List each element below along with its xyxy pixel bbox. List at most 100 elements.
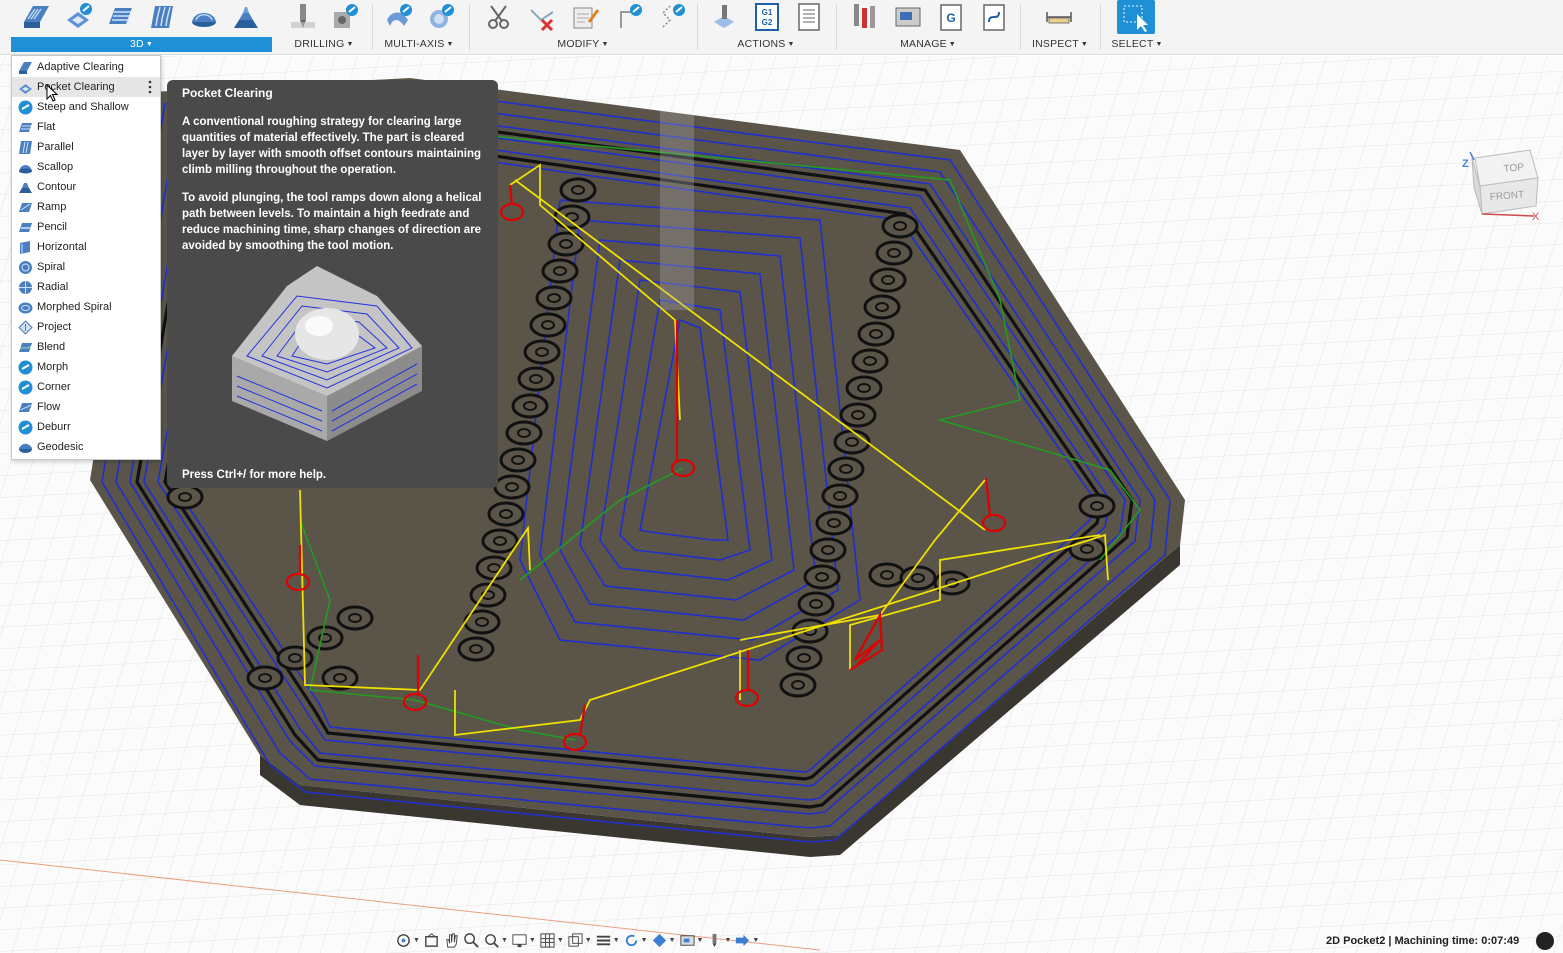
orbit-button[interactable]: ▼ bbox=[395, 930, 420, 950]
toolbar-group-label[interactable]: MODIFY ▼ bbox=[474, 38, 692, 53]
menu-item-radial[interactable]: Radial bbox=[12, 277, 160, 297]
simulate-button[interactable] bbox=[706, 0, 744, 34]
post-process-button[interactable]: G1 G2 bbox=[748, 0, 786, 34]
edit-notes-button[interactable] bbox=[567, 0, 605, 34]
toolbar-group-label[interactable]: DRILLING ▼ bbox=[280, 38, 368, 53]
measure-button[interactable] bbox=[1040, 0, 1078, 34]
tool-library-button[interactable] bbox=[846, 0, 884, 34]
pcb-pad bbox=[827, 456, 865, 482]
swarf-icon bbox=[387, 4, 412, 26]
menu-item-steep-shallow[interactable]: Steep and Shallow bbox=[12, 97, 160, 117]
menu-item-horizontal[interactable]: Horizontal bbox=[12, 237, 160, 257]
zoom-button[interactable] bbox=[463, 930, 480, 950]
pcb-pad bbox=[851, 348, 889, 374]
scallop-button[interactable] bbox=[185, 0, 223, 34]
menu-item-spiral[interactable]: Spiral bbox=[12, 257, 160, 277]
parallel-icon bbox=[151, 6, 173, 28]
toolbar-group-label[interactable]: MANAGE ▼ bbox=[842, 38, 1014, 53]
menu-item-contour[interactable]: Contour bbox=[12, 177, 160, 197]
parallel-button[interactable] bbox=[143, 0, 181, 34]
machine-library-button[interactable] bbox=[889, 0, 927, 34]
more-options-icon[interactable] bbox=[148, 80, 152, 94]
menu-item-blend[interactable]: Blend bbox=[12, 337, 160, 357]
pocket-clearing-button[interactable] bbox=[59, 0, 97, 34]
menu-item-label: Blend bbox=[37, 341, 66, 353]
scallop-icon bbox=[18, 160, 33, 175]
horizontal-icon bbox=[18, 240, 33, 255]
refresh-button[interactable]: ▼ bbox=[623, 930, 648, 950]
toolbar-group-label[interactable]: INSPECT ▼ bbox=[1026, 38, 1094, 53]
svg-text:G: G bbox=[946, 11, 955, 25]
stock-diamond-icon bbox=[652, 933, 666, 947]
multi-axis-contour-button[interactable] bbox=[422, 0, 460, 34]
adaptive-clearing-button[interactable] bbox=[17, 0, 55, 34]
status-bar-text: 2D Pocket2 | Machining time: 0:07:49 bbox=[1326, 935, 1520, 947]
pcb-pad bbox=[791, 618, 829, 644]
menu-item-ramp[interactable]: Ramp bbox=[12, 197, 160, 217]
drill-button[interactable] bbox=[284, 0, 322, 34]
svg-text:G1: G1 bbox=[762, 8, 773, 17]
swarf-button[interactable] bbox=[380, 0, 418, 34]
tool-library-icon bbox=[854, 4, 875, 28]
ribbon-toolbar: 3D ▼ DRILLING ▼ MULTI-AXIS ▼ MODIFY ▼ G1 G2 bbox=[0, 0, 1563, 55]
menu-item-geodesic[interactable]: Geodesic bbox=[12, 437, 160, 457]
section-button[interactable]: ▼ bbox=[595, 930, 620, 950]
fit-button[interactable]: ▼ bbox=[483, 930, 508, 950]
menu-item-morphed-spiral[interactable]: Morphed Spiral bbox=[12, 297, 160, 317]
machine-display-button[interactable]: ▼ bbox=[679, 930, 703, 950]
menu-item-adaptive-clearing[interactable]: Adaptive Clearing bbox=[12, 57, 160, 77]
menu-item-morph[interactable]: Morph bbox=[12, 357, 160, 377]
template-library-button[interactable] bbox=[975, 0, 1013, 34]
menu-item-pocket-clearing[interactable]: Pocket Clearing bbox=[12, 77, 160, 97]
view-cube[interactable]: TOP FRONT Z X bbox=[1460, 148, 1550, 228]
strategy-tooltip: Pocket Clearing A conventional roughing … bbox=[167, 80, 498, 488]
menu-item-flow[interactable]: Flow bbox=[12, 397, 160, 417]
menu-item-scallop[interactable]: Scallop bbox=[12, 157, 160, 177]
menu-item-flat[interactable]: Flat bbox=[12, 117, 160, 137]
simulation-display-icon bbox=[736, 934, 750, 946]
pocket-clearing-icon bbox=[18, 80, 33, 95]
tool-display-button[interactable]: ▼ bbox=[706, 930, 731, 950]
simulation-display-button[interactable]: ▼ bbox=[734, 930, 759, 950]
setup-sheet-icon bbox=[798, 3, 820, 31]
steep-shallow-button[interactable] bbox=[101, 0, 139, 34]
viewports-button[interactable]: ▼ bbox=[567, 930, 592, 950]
menu-item-deburr[interactable]: Deburr bbox=[12, 417, 160, 437]
toolbar-group-label[interactable]: ACTIONS ▼ bbox=[702, 38, 830, 53]
menu-item-corner[interactable]: Corner bbox=[12, 377, 160, 397]
pan-button[interactable] bbox=[443, 930, 460, 950]
pcb-pad bbox=[336, 605, 374, 631]
flow-icon bbox=[18, 400, 33, 415]
pcb-pad bbox=[553, 204, 591, 230]
pcb-pad bbox=[821, 483, 859, 509]
menu-item-pencil[interactable]: Pencil bbox=[12, 217, 160, 237]
adaptive-clearing-icon bbox=[18, 60, 33, 75]
pcb-pad bbox=[481, 528, 519, 554]
delete-toolpath-button[interactable] bbox=[524, 0, 562, 34]
toolpath-edit-button[interactable] bbox=[611, 0, 649, 34]
contour-button[interactable] bbox=[227, 0, 265, 34]
grid-settings-button[interactable]: ▼ bbox=[539, 930, 564, 950]
toolbar-group-3d: 3D ▼ bbox=[11, 0, 272, 55]
setup-sheet-button[interactable] bbox=[790, 0, 828, 34]
cut-button[interactable] bbox=[480, 0, 518, 34]
hole-recognition-button[interactable] bbox=[326, 0, 364, 34]
look-at-button[interactable] bbox=[423, 930, 440, 950]
stock-display-button[interactable]: ▼ bbox=[651, 930, 676, 950]
pcb-pad bbox=[559, 177, 597, 203]
select-button[interactable] bbox=[1117, 0, 1155, 34]
menu-item-parallel[interactable]: Parallel bbox=[12, 137, 160, 157]
pattern-button[interactable] bbox=[654, 0, 692, 34]
post-library-button[interactable]: G bbox=[932, 0, 970, 34]
pencil-icon bbox=[18, 220, 33, 235]
scissors-icon bbox=[487, 5, 509, 29]
toolbar-group-drilling: DRILLING ▼ bbox=[280, 0, 368, 55]
toolbar-group-label[interactable]: MULTI-AXIS ▼ bbox=[376, 38, 462, 53]
toolbar-group-label[interactable]: 3D ▼ bbox=[11, 37, 272, 52]
post-process-icon: G1G2 bbox=[755, 3, 779, 31]
menu-item-label: Flat bbox=[37, 121, 56, 133]
display-settings-button[interactable]: ▼ bbox=[511, 930, 536, 950]
menu-item-project[interactable]: Project bbox=[12, 317, 160, 337]
toolbar-group-label[interactable]: SELECT ▼ bbox=[1106, 38, 1168, 53]
zoom-icon bbox=[464, 932, 479, 948]
